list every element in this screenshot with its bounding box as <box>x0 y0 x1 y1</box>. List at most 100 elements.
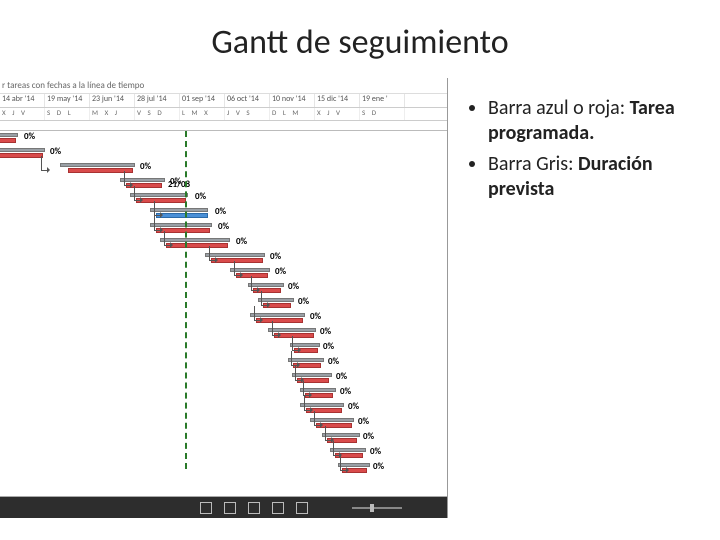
dependency-link <box>303 381 311 396</box>
day-group: V S D <box>135 108 180 120</box>
dependency-link <box>254 306 262 321</box>
task-row: 0% <box>0 386 447 401</box>
percent-label: 0% <box>50 146 61 157</box>
date-column: 10 nov '14 <box>270 94 315 107</box>
dependency-link <box>340 456 348 471</box>
task-row: 0% <box>0 266 447 281</box>
percent-label: 0% <box>320 326 331 337</box>
dependency-link <box>154 201 162 216</box>
baseline-bar <box>60 163 135 167</box>
percent-label: 0% <box>140 161 151 172</box>
date-header-row: 14 abr '1419 may '1423 jun '1428 jul '14… <box>0 94 447 108</box>
percent-label: 0% <box>370 446 381 457</box>
status-bar <box>0 496 448 518</box>
task-row: 0% <box>0 146 447 161</box>
dependency-link <box>154 216 162 231</box>
percent-label: 0% <box>363 431 374 442</box>
percent-label: 0% <box>310 311 321 322</box>
bullet-2: Barra Gris: Duración prevista <box>488 152 710 202</box>
percent-label: 0% <box>215 206 226 217</box>
percent-label: 0% <box>358 416 369 427</box>
view-icon-4[interactable] <box>272 502 284 514</box>
task-row: 0% <box>0 401 447 416</box>
date-column: 19 ene ' <box>360 94 405 107</box>
task-row: 0% <box>0 326 447 341</box>
percent-label: 0% <box>348 401 359 412</box>
task-row: 0% <box>0 281 447 296</box>
percent-label: 0% <box>323 341 334 352</box>
task-row: 0% <box>0 416 447 431</box>
percent-label: 0% <box>328 356 339 367</box>
dependency-link <box>292 336 300 351</box>
percent-label: 0% <box>270 251 281 262</box>
percent-label: 0% <box>24 131 35 142</box>
day-header-row: X J VS D LM X JV S DL M XJ V SD L MX J V… <box>0 108 447 121</box>
gantt-chart-area: r tareas con fechas a la línea de tiempo… <box>0 78 448 518</box>
dependency-link <box>124 171 132 186</box>
dependency-link <box>234 261 242 276</box>
ribbon-hint: r tareas con fechas a la línea de tiempo <box>0 78 447 94</box>
task-row: 0% <box>0 206 447 221</box>
task-row: 0% <box>0 161 447 176</box>
task-row: 0% <box>0 431 447 446</box>
view-icon-5[interactable] <box>296 502 308 514</box>
view-icon-1[interactable] <box>200 502 212 514</box>
task-row: 0% <box>0 131 447 146</box>
date-column: 14 abr '14 <box>0 94 45 107</box>
date-column: 01 sep '14 <box>180 94 225 107</box>
percent-label: 0% <box>218 221 229 232</box>
dependency-link <box>134 186 142 201</box>
day-group: L M X <box>180 108 225 120</box>
percent-label: 0% <box>195 191 206 202</box>
task-row: 0% <box>0 176 447 191</box>
zoom-slider[interactable] <box>352 507 402 509</box>
date-column: 19 may '14 <box>45 94 90 107</box>
today-marker <box>185 131 187 469</box>
bullet-1: Barra azul o roja: Tarea programada. <box>488 96 710 146</box>
task-row: 0% <box>0 251 447 266</box>
dependency-link <box>295 366 303 381</box>
task-row: 0% <box>0 371 447 386</box>
percent-label: 0% <box>336 371 347 382</box>
dependency-link <box>314 411 322 426</box>
percent-label: 0% <box>373 461 384 472</box>
dependency-link <box>209 246 217 261</box>
day-group: S D <box>360 108 405 120</box>
day-group: X J V <box>315 108 360 120</box>
baseline-bar <box>0 133 18 137</box>
dependency-link <box>164 231 172 246</box>
date-column: 06 oct '14 <box>225 94 270 107</box>
dependency-link <box>304 396 312 411</box>
dependency-link <box>41 156 49 171</box>
day-group: X J V <box>0 108 45 120</box>
percent-label: 0% <box>288 281 299 292</box>
task-row: 0% <box>0 296 447 311</box>
dependency-link <box>251 276 259 291</box>
day-group: S D L <box>45 108 90 120</box>
slide-title: Gantt de seguimiento <box>0 22 720 63</box>
percent-label: 0% <box>298 296 309 307</box>
task-row: 0% <box>0 311 447 326</box>
view-icon-2[interactable] <box>224 502 236 514</box>
scheduled-bar <box>0 153 43 158</box>
percent-label: 0% <box>340 386 351 397</box>
task-row: 0% <box>0 446 447 461</box>
date-column: 15 dic '14 <box>315 94 360 107</box>
date-column: 23 jun '14 <box>90 94 135 107</box>
day-group: J V S <box>225 108 270 120</box>
date-column: 28 jul '14 <box>135 94 180 107</box>
percent-label: 0% <box>236 236 247 247</box>
dependency-link <box>325 426 333 441</box>
day-group: M X J <box>90 108 135 120</box>
task-row: 0% <box>0 236 447 251</box>
legend-bullets: Barra azul o roja: Tarea programada. Bar… <box>470 96 710 208</box>
header-divider <box>0 121 447 131</box>
task-row: 0% <box>0 356 447 371</box>
dependency-link <box>291 351 299 366</box>
task-row: 0%21/08 <box>0 191 447 206</box>
scheduled-bar <box>0 138 16 143</box>
task-row: 0% <box>0 221 447 236</box>
gantt-chart-body: 0%0%0%0%0%21/080%0%0%0%0%0%0%0%0%0%0%0%0… <box>0 131 447 491</box>
view-icon-3[interactable] <box>248 502 260 514</box>
dependency-link <box>261 291 269 306</box>
